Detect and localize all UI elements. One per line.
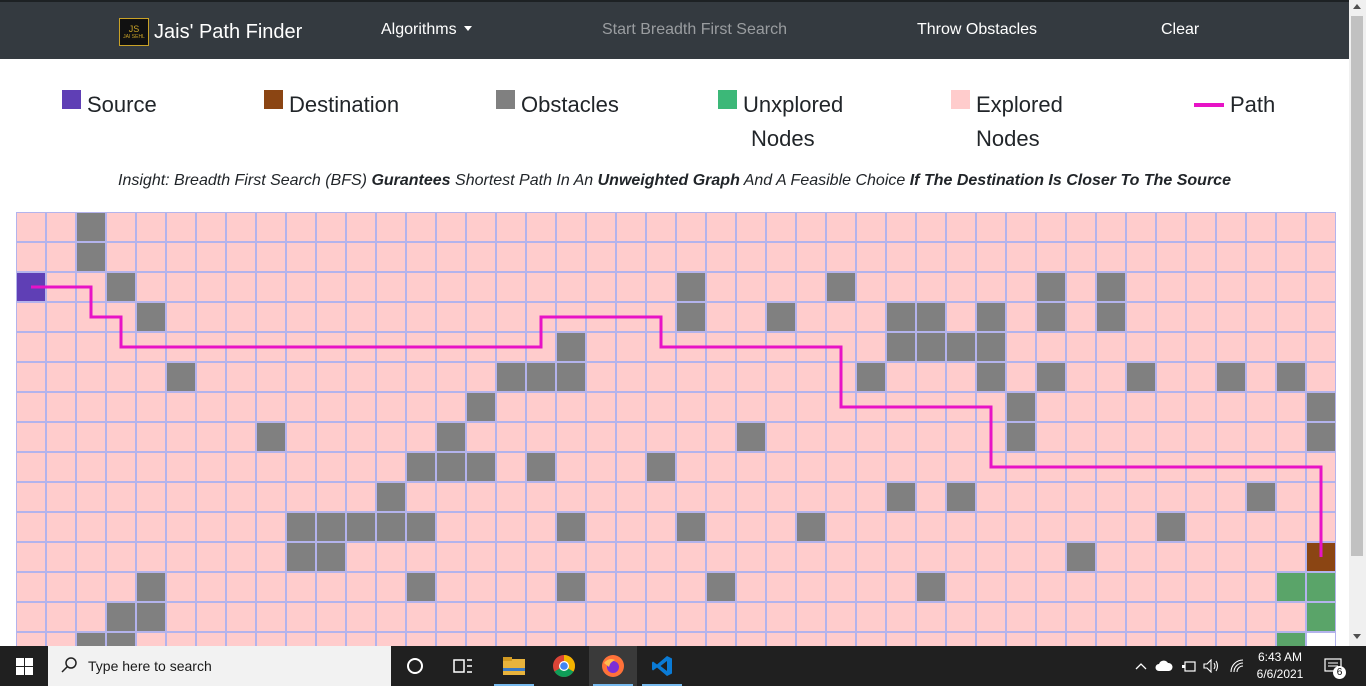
task-view-button[interactable] (439, 646, 487, 686)
grid-area (16, 212, 1336, 646)
insight-bold-2: Unweighted Graph (597, 172, 740, 189)
brand-title: Jais' Path Finder (154, 20, 303, 43)
tray-chevron-up-icon[interactable] (1132, 646, 1150, 686)
search-icon (61, 657, 77, 673)
cloud-icon (1155, 660, 1173, 671)
legend-unexplored-swatch (718, 90, 737, 109)
clock-date: 6/6/2021 (1256, 667, 1304, 681)
taskbar: Type here to search 6:43 AM 6/6/2021 6 (0, 646, 1366, 686)
legend-unexplored-label-2: Nodes (751, 126, 815, 151)
cortana-icon (407, 658, 423, 674)
scroll-thumb[interactable] (1351, 16, 1363, 556)
taskbar-clock[interactable]: 6:43 AM 6/6/2021 (1253, 649, 1307, 683)
brand-logo-bottom: JAI SEHL (123, 33, 145, 40)
brand-link[interactable]: JS JAI SEHL Jais' Path Finder (119, 17, 302, 47)
volume-icon[interactable] (1201, 646, 1223, 686)
brand-logo: JS JAI SEHL (119, 18, 149, 46)
scroll-up-arrow-icon[interactable] (1353, 4, 1361, 9)
taskbar-search-box[interactable]: Type here to search (48, 646, 391, 686)
legend-destination-label: Destination (289, 92, 400, 117)
vscode-icon (652, 656, 672, 676)
chevron-up-icon (1135, 663, 1147, 670)
folder-icon (503, 657, 525, 675)
legend-explored-label-2: Nodes (976, 126, 1040, 151)
wifi-icon (1230, 659, 1244, 673)
search-placeholder: Type here to search (88, 658, 212, 674)
insight-bold-1: Gurantees (371, 172, 451, 189)
insight-text: Insight: Breadth First Search (BFS) Gura… (0, 172, 1349, 190)
legend-explored-swatch (951, 90, 970, 109)
vscode-button[interactable] (638, 646, 686, 686)
chrome-button[interactable] (540, 646, 588, 686)
scroll-down-arrow-icon[interactable] (1353, 634, 1361, 639)
chrome-icon (553, 655, 575, 677)
network-icon[interactable] (1227, 646, 1249, 686)
path-overlay (31, 285, 1323, 557)
battery-plug-icon (1182, 661, 1196, 672)
legend-path-label: Path (1230, 92, 1276, 117)
cortana-button[interactable] (391, 646, 439, 686)
caret-down-icon (463, 26, 472, 31)
legend-explored-label: Explored (976, 92, 1063, 117)
notification-count-badge: 6 (1333, 666, 1346, 679)
algorithms-dropdown[interactable]: Algorithms (381, 21, 472, 39)
clock-time: 6:43 AM (1257, 650, 1303, 664)
legend-destination-swatch (264, 90, 283, 109)
speaker-icon (1203, 659, 1219, 673)
file-explorer-button[interactable] (490, 646, 538, 686)
algorithms-label: Algorithms (381, 21, 457, 38)
insight-part-3: And A Feasible Choice (739, 172, 910, 189)
brand-logo-top: JS (128, 23, 140, 34)
navbar: JS JAI SEHL Jais' Path Finder Algorithms… (0, 0, 1349, 59)
insight-part-1: Insight: Breadth First Search (BFS) (118, 172, 372, 189)
throw-obstacles-button[interactable]: Throw Obstacles (917, 21, 1037, 39)
task-view-icon (453, 659, 472, 673)
shortest-path-line (31, 285, 1323, 557)
start-search-button[interactable]: Start Breadth First Search (602, 21, 787, 39)
legend-obstacles-label: Obstacles (521, 92, 619, 117)
insight-bold-3: If The Destination Is Closer To The Sour… (909, 172, 1231, 189)
onedrive-icon[interactable] (1153, 646, 1175, 686)
firefox-button[interactable] (589, 646, 637, 686)
windows-logo-icon (15, 657, 33, 675)
legend-obstacles-swatch (496, 90, 515, 109)
windows-start-button[interactable] (0, 646, 48, 686)
page-scrollbar[interactable] (1349, 0, 1366, 646)
clear-button[interactable]: Clear (1161, 21, 1199, 39)
legend-unexplored-label: Unxplored (743, 92, 844, 117)
legend-source-label: Source (87, 92, 157, 117)
insight-part-2: Shortest Path In An (450, 172, 598, 189)
legend-path-line (1194, 103, 1224, 107)
notification-button[interactable] (1318, 646, 1348, 686)
legend-source-swatch (62, 90, 81, 109)
battery-icon[interactable] (1178, 646, 1200, 686)
firefox-icon (602, 655, 624, 677)
